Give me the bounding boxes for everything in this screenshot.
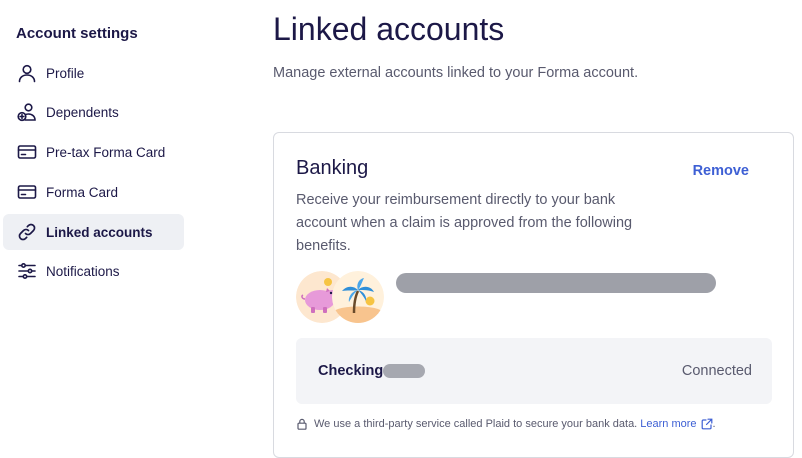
linked-account-row: Checking Connected bbox=[296, 338, 772, 404]
redacted-benefit-name bbox=[396, 273, 716, 293]
plaid-note-end: . bbox=[712, 418, 716, 430]
user-add-icon bbox=[17, 102, 37, 122]
link-icon bbox=[17, 222, 37, 242]
palm-tree-icon bbox=[332, 271, 384, 323]
sidebar-item-label: Notifications bbox=[46, 263, 120, 279]
sidebar-heading: Account settings bbox=[16, 25, 138, 42]
sidebar-item-dependents[interactable]: Dependents bbox=[3, 94, 184, 130]
sidebar-item-label: Forma Card bbox=[46, 184, 119, 200]
credit-card-icon bbox=[17, 182, 37, 202]
account-name: Checking bbox=[318, 363, 384, 379]
sidebar-item-pretax-forma-card[interactable]: Pre-tax Forma Card bbox=[3, 134, 184, 170]
lock-icon bbox=[297, 418, 307, 430]
sidebar-item-label: Dependents bbox=[46, 104, 119, 120]
card-description: Receive your reimbursement directly to y… bbox=[296, 192, 633, 254]
page-title: Linked accounts bbox=[273, 11, 505, 47]
page-subtitle: Manage external accounts linked to your … bbox=[273, 65, 639, 81]
credit-card-icon bbox=[17, 142, 37, 162]
status-badge: Connected bbox=[681, 363, 752, 379]
sliders-icon bbox=[17, 261, 37, 281]
sidebar-item-label: Linked accounts bbox=[46, 224, 153, 240]
banking-card: Banking Remove Receive your reimbursemen… bbox=[273, 132, 794, 458]
plaid-security-note: We use a third-party service called Plai… bbox=[296, 418, 716, 430]
sidebar-item-label: Profile bbox=[46, 65, 85, 81]
learn-more-link[interactable]: Learn more bbox=[640, 418, 712, 430]
sidebar-item-label: Pre-tax Forma Card bbox=[46, 144, 166, 160]
redacted-account-number bbox=[383, 364, 425, 378]
sidebar-item-profile[interactable]: Profile bbox=[3, 55, 184, 91]
sidebar-item-linked-accounts[interactable]: Linked accounts bbox=[3, 214, 184, 250]
card-title: Banking bbox=[296, 157, 369, 179]
remove-button[interactable]: Remove bbox=[693, 163, 749, 179]
benefit-icons bbox=[296, 271, 396, 323]
plaid-note-text: We use a third-party service called Plai… bbox=[314, 418, 638, 430]
sidebar-item-notifications[interactable]: Notifications bbox=[3, 253, 184, 289]
external-link-icon bbox=[701, 418, 712, 430]
sidebar: Account settings Profile Dependents Pre-… bbox=[0, 0, 190, 458]
user-icon bbox=[17, 63, 37, 83]
sidebar-item-forma-card[interactable]: Forma Card bbox=[3, 174, 184, 210]
learn-more-label: Learn more bbox=[640, 418, 697, 430]
